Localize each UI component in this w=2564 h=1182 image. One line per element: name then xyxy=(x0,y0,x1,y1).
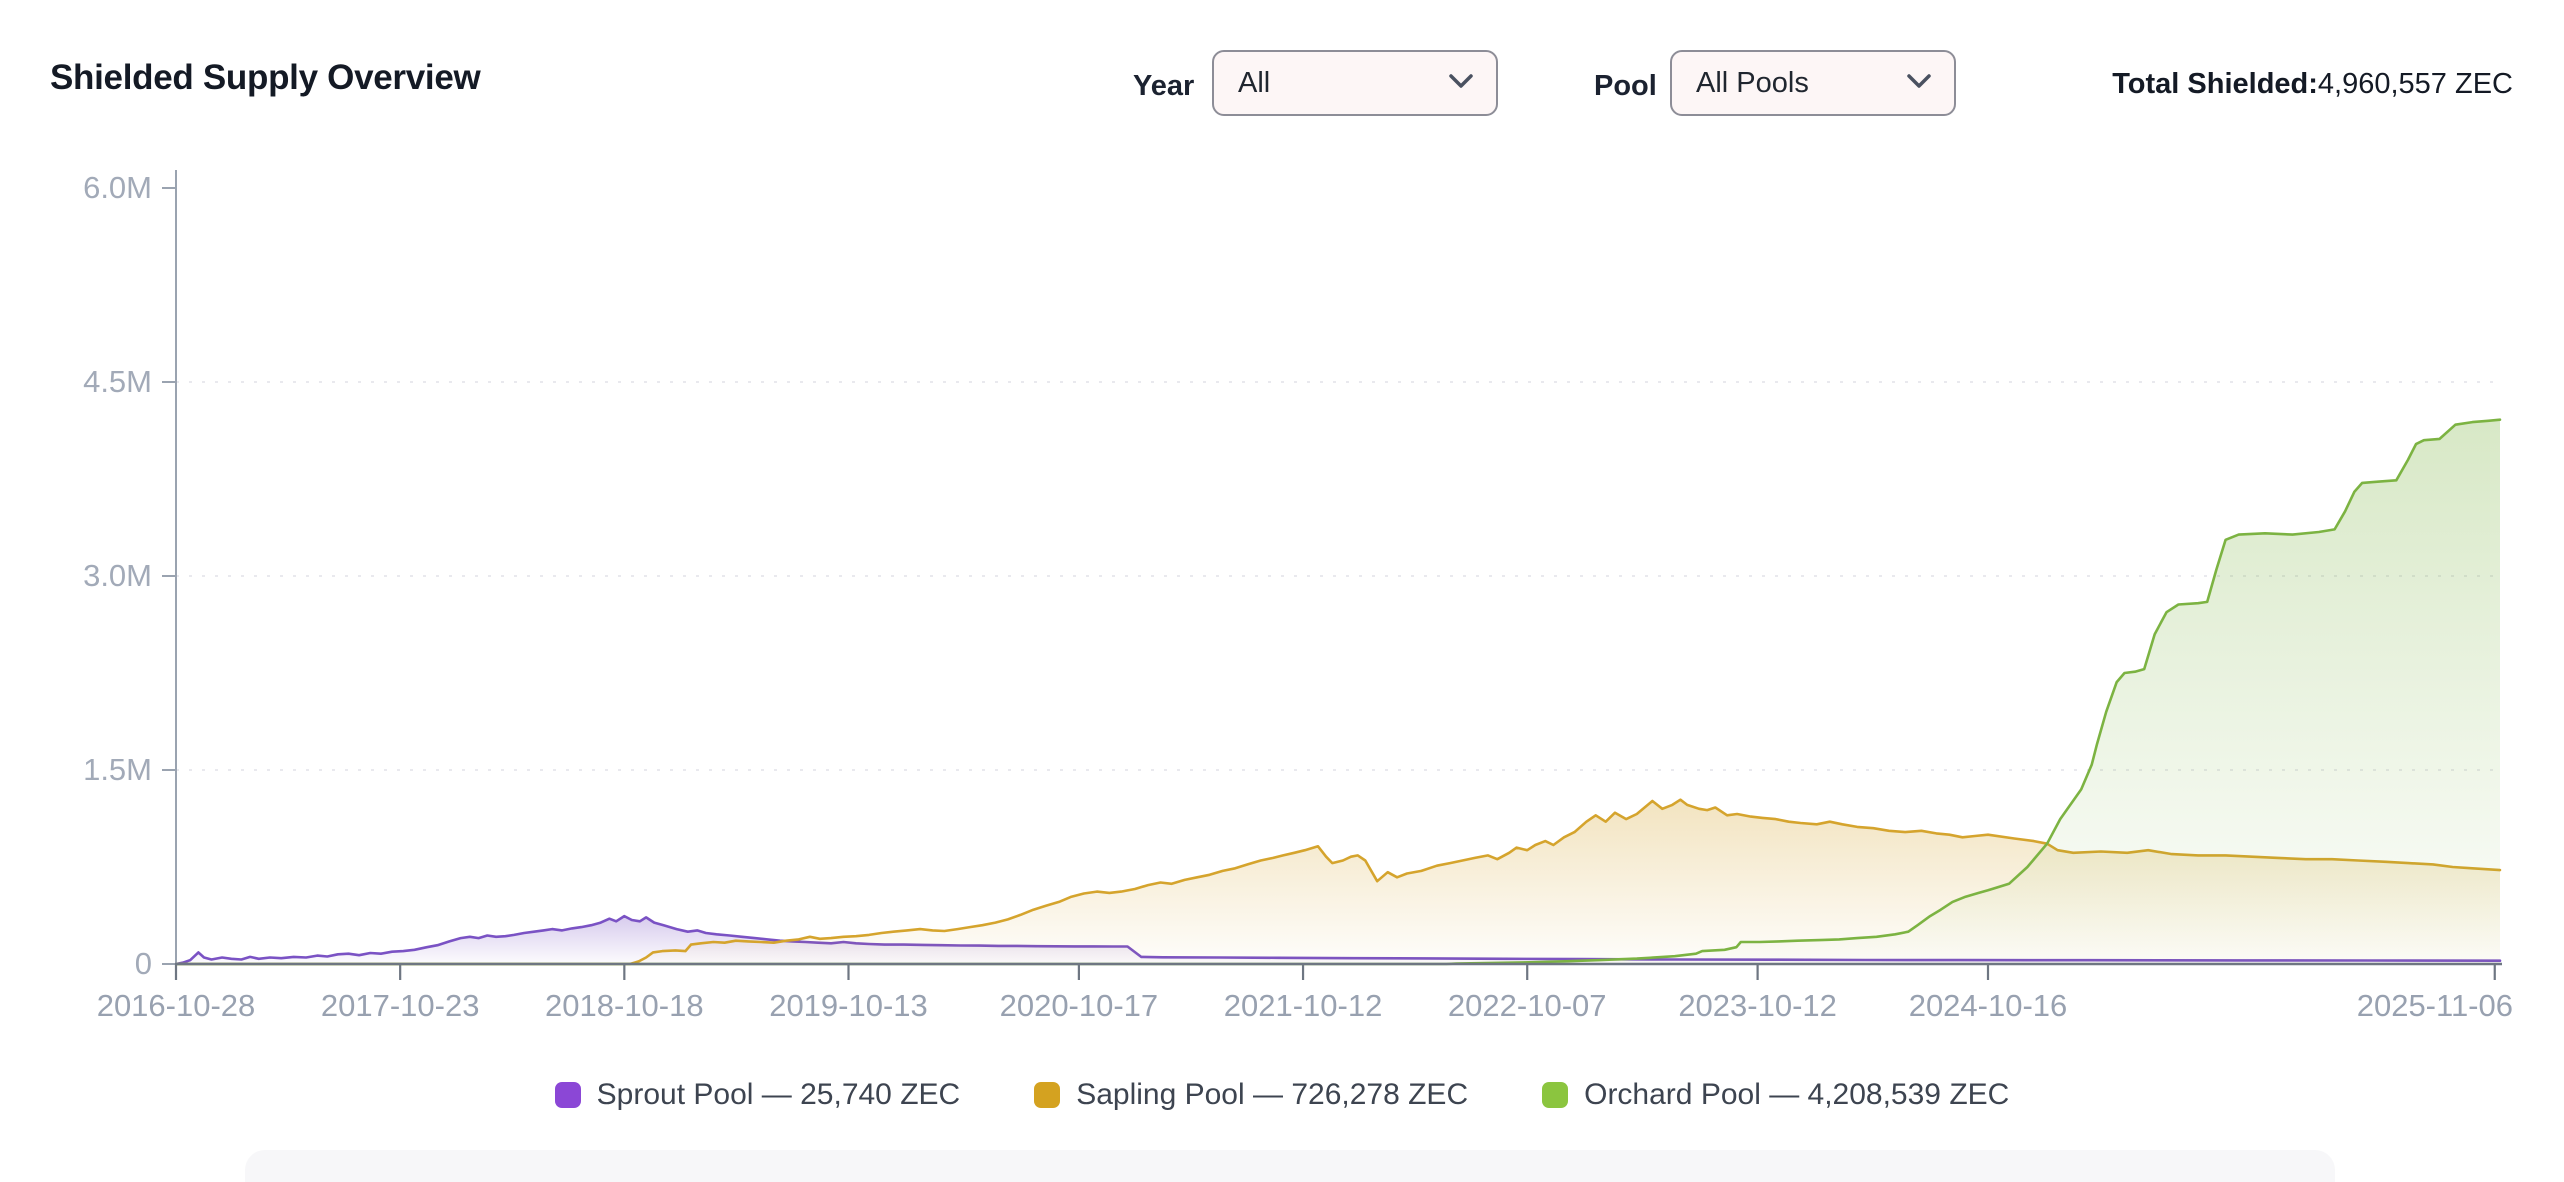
chart-canvas: 0 1.5M 3.0M 4.5M 6.0M 2016-10-28 2017-10-23 201… xyxy=(0,0,2564,1182)
x-axis-label: 2020-10-17 xyxy=(1000,988,1159,1023)
legend-chip xyxy=(1542,1082,1568,1108)
x-axis-label: 2017-10-23 xyxy=(321,988,480,1023)
next-section-top-edge xyxy=(245,1150,2335,1182)
supply-area-chart: 0 1.5M 3.0M 4.5M 6.0M 2016-10-28 2017-10-23 201… xyxy=(0,0,2564,1182)
legend-item-sapling-pool[interactable]: Sapling Pool — 726,278 ZEC xyxy=(1034,1078,1468,1112)
x-axis-label: 2019-10-13 xyxy=(769,988,928,1023)
x-axis-label: 2018-10-18 xyxy=(545,988,704,1023)
legend-label: Orchard Pool — 4,208,539 ZEC xyxy=(1584,1078,2009,1112)
legend-item-orchard-pool[interactable]: Orchard Pool — 4,208,539 ZEC xyxy=(1542,1078,2009,1112)
legend-label: Sprout Pool — 25,740 ZEC xyxy=(597,1078,961,1112)
y-axis-label: 4.5M xyxy=(83,364,152,399)
x-axis-label: 2025-11-06 xyxy=(2357,988,2513,1023)
y-axis-label: 1.5M xyxy=(83,752,152,787)
legend-label: Sapling Pool — 726,278 ZEC xyxy=(1076,1078,1468,1112)
y-axis-label: 3.0M xyxy=(83,558,152,593)
x-axis-label: 2023-10-12 xyxy=(1678,988,1837,1023)
x-axis-label: 2021-10-12 xyxy=(1224,988,1383,1023)
legend-chip xyxy=(555,1082,581,1108)
y-axis-label: 0 xyxy=(135,946,152,981)
x-axis-label: 2016-10-28 xyxy=(97,988,256,1023)
x-axis-label: 2024-10-16 xyxy=(1909,988,2068,1023)
shielded-supply-page: Shielded Supply Overview Year All Pool A… xyxy=(0,0,2564,1182)
y-axis-label: 6.0M xyxy=(83,170,152,205)
legend-item-sprout-pool[interactable]: Sprout Pool — 25,740 ZEC xyxy=(555,1078,961,1112)
legend-chip xyxy=(1034,1082,1060,1108)
x-axis-label: 2022-10-07 xyxy=(1448,988,1607,1023)
chart-legend: Sprout Pool — 25,740 ZEC Sapling Pool — 7… xyxy=(0,1078,2564,1112)
